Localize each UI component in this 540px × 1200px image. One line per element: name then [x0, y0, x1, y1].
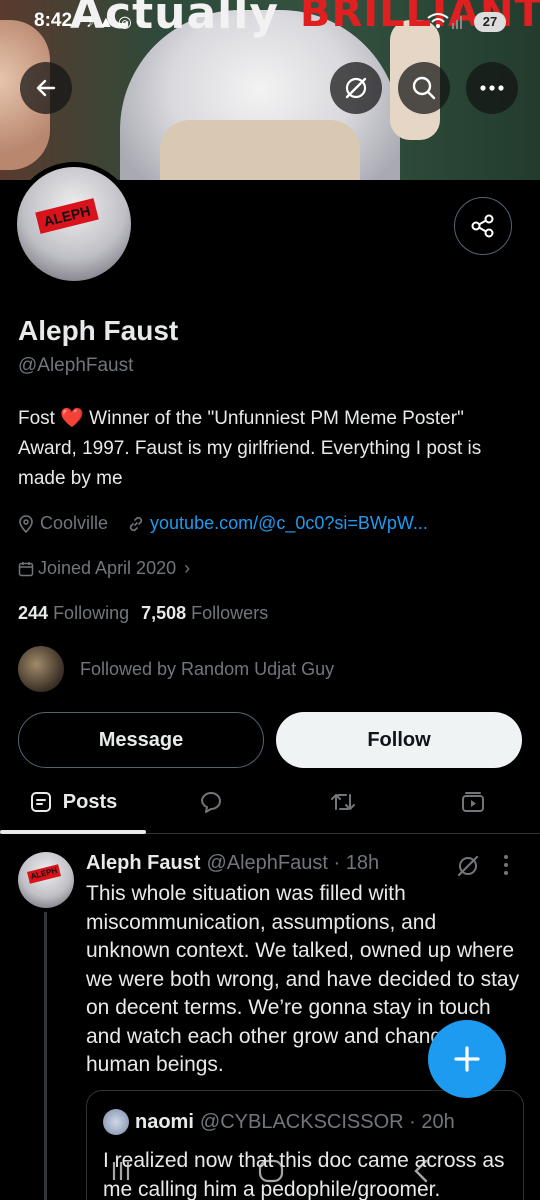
profile-avatar[interactable]: ALEPH	[12, 162, 136, 286]
joined-row[interactable]: Joined April 2020 ›	[18, 558, 190, 579]
post-more-button[interactable]	[502, 854, 510, 881]
notification-icons: ♪▲◎•	[86, 12, 145, 32]
profile-tabs: Posts	[0, 772, 540, 834]
location-pin-icon	[18, 514, 34, 533]
post-grok-button[interactable]	[456, 854, 480, 883]
status-bar: 8:42 ♪▲◎• 27	[0, 0, 540, 44]
grok-icon	[345, 77, 367, 99]
following-label: Following	[53, 603, 130, 623]
quoted-author-name: naomi	[135, 1110, 194, 1133]
system-navigation-bar	[0, 1150, 540, 1200]
joined-date: Joined April 2020	[38, 558, 177, 578]
back-button[interactable]	[20, 62, 72, 114]
following-count: 244	[18, 603, 49, 623]
post-handle-time: @AlephFaust · 18h	[206, 852, 380, 874]
profile-bio: Fost ❤️ Winner of the "Unfunniest PM Mem…	[18, 404, 518, 494]
battery-indicator: 27	[474, 12, 506, 32]
more-options-button[interactable]	[466, 62, 518, 114]
search-icon	[412, 76, 436, 100]
tab-posts[interactable]: Posts	[0, 772, 146, 834]
plus-icon	[454, 1046, 480, 1072]
followed-by-row[interactable]: Followed by Random Udjat Guy	[18, 646, 334, 692]
reply-bubble-icon	[201, 792, 221, 813]
grok-button[interactable]	[330, 62, 382, 114]
search-button[interactable]	[398, 62, 450, 114]
bio-text-rest: Winner of the "Unfunniest PM Meme Poster…	[18, 408, 482, 489]
avatar-tag-label: ALEPH	[35, 198, 99, 234]
recent-apps-icon[interactable]	[108, 1158, 134, 1184]
link-icon	[128, 516, 144, 532]
heart-emoji: ❤️	[60, 408, 84, 429]
more-horizontal-icon	[480, 85, 504, 91]
tab-replies[interactable]	[180, 772, 242, 832]
instagram-icon: ◎	[117, 14, 136, 31]
user-handle: @AlephFaust	[18, 355, 134, 376]
compose-post-button[interactable]	[428, 1020, 506, 1098]
tab-reposts[interactable]	[312, 772, 374, 832]
share-profile-button[interactable]	[454, 197, 512, 255]
followed-by-text: Followed by Random Udjat Guy	[80, 658, 335, 679]
repost-icon	[331, 794, 355, 810]
following-stat[interactable]: 244 Following	[18, 603, 129, 624]
post-author-name[interactable]: Aleph Faust	[86, 852, 200, 875]
post-avatar-tag: ALEPH	[27, 864, 61, 884]
chevron-right-icon: ›	[184, 558, 191, 578]
calendar-icon	[18, 561, 34, 577]
quoted-handle-time: @CYBLACKSCISSOR · 20h	[199, 1110, 455, 1133]
tab-media[interactable]	[442, 772, 504, 832]
follow-stats: 244 Following 7,508 Followers	[18, 603, 268, 624]
status-time: 8:42	[34, 10, 73, 31]
posts-icon	[30, 792, 51, 812]
grok-icon	[457, 855, 479, 877]
message-button[interactable]: Message	[18, 712, 264, 768]
more-vertical-icon	[504, 855, 508, 875]
arrow-left-icon	[36, 79, 56, 97]
banner-sweater-shape	[160, 120, 360, 180]
followers-label: Followers	[191, 603, 269, 623]
wifi-signal-icon	[427, 13, 462, 29]
location-text: Coolville	[40, 513, 109, 533]
quoted-post-header: naomi @CYBLACKSCISSOR · 20h	[103, 1109, 455, 1135]
home-icon[interactable]	[257, 1158, 285, 1184]
bio-text-start: Fost	[18, 408, 61, 429]
post-author-avatar[interactable]: ALEPH	[18, 852, 74, 908]
profile-meta-row: Coolville youtube.com/@c_0c0?si=BWpW...	[18, 513, 428, 534]
tiktok-icon: ♪	[86, 14, 98, 31]
follow-button[interactable]: Follow	[276, 712, 522, 768]
share-icon	[471, 214, 494, 238]
display-name: Aleph Faust	[18, 315, 179, 346]
profile-website-link[interactable]: youtube.com/@c_0c0?si=BWpW...	[150, 513, 428, 534]
tab-posts-label: Posts	[62, 790, 118, 813]
followers-stat[interactable]: 7,508 Followers	[141, 603, 268, 624]
post-header: Aleph Faust @AlephFaust · 18h	[86, 852, 379, 875]
followers-count: 7,508	[141, 603, 187, 623]
video-media-icon	[462, 792, 484, 812]
active-tab-indicator	[0, 830, 146, 834]
quoted-author-avatar	[103, 1109, 129, 1135]
back-nav-icon[interactable]	[410, 1158, 432, 1184]
alert-icon: ▲	[98, 14, 118, 31]
dot-icon: •	[135, 14, 146, 31]
follower-avatar	[18, 646, 64, 692]
